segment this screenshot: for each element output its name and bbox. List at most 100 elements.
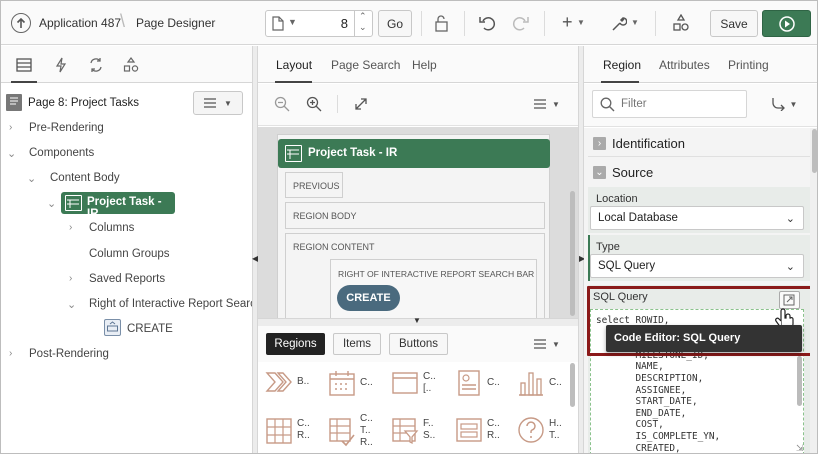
identification-group-header[interactable]: › Identification xyxy=(588,131,810,157)
search-icon xyxy=(600,97,615,112)
tab-layout[interactable]: Layout xyxy=(276,58,312,72)
save-button-label: Save xyxy=(720,16,748,31)
lock-icon[interactable] xyxy=(433,14,451,32)
tree-item-right-of-ir-search[interactable]: Right of Interactive Report Search xyxy=(89,298,262,310)
page-shared-components-icon[interactable] xyxy=(122,56,140,74)
page-stepper[interactable]: ⌃ ⌄ xyxy=(354,10,373,37)
save-button[interactable]: Save xyxy=(710,10,758,37)
collapse-group-icon[interactable]: ⌄ xyxy=(593,166,606,179)
stepper-up-icon[interactable]: ⌃ xyxy=(359,11,367,22)
page-icon[interactable] xyxy=(271,15,285,31)
gallery-item-classic-report[interactable]: C.. R.. xyxy=(265,415,310,445)
tree-menu-button[interactable]: ▼ xyxy=(193,91,243,115)
tab-attributes[interactable]: Attributes xyxy=(659,58,710,72)
go-button[interactable]: Go xyxy=(378,10,412,37)
tab-printing[interactable]: Printing xyxy=(728,58,769,72)
gallery-item-help-text[interactable]: H.. T.. xyxy=(517,415,562,445)
right-panel-scrollbar[interactable] xyxy=(812,129,817,173)
create-menu-icon[interactable]: + xyxy=(562,12,573,33)
tooltip-text: Code Editor: SQL Query xyxy=(614,332,741,344)
gallery-item-card[interactable]: C.. [.. xyxy=(391,369,436,397)
filter-field[interactable] xyxy=(592,90,747,118)
app-name-link[interactable]: Application 487 xyxy=(39,16,121,30)
chevron-down-icon[interactable]: ▼ xyxy=(577,18,585,27)
gallery-item-checkbox-report[interactable]: C.. T.. R.. xyxy=(328,413,373,449)
tree-item-pre-rendering[interactable]: Pre-Rendering xyxy=(29,122,104,134)
right-panel-scrollbar-track xyxy=(810,128,817,453)
page-node-label[interactable]: Page 8: Project Tasks xyxy=(28,97,139,109)
page-number-input[interactable] xyxy=(306,14,348,32)
collapse-gallery-icon[interactable]: ▼ xyxy=(413,316,421,325)
expand-caret-icon[interactable]: › xyxy=(69,273,72,284)
expand-view-icon[interactable] xyxy=(352,95,370,113)
tab-help[interactable]: Help xyxy=(412,58,437,72)
tab-gallery-regions[interactable]: Regions xyxy=(266,333,325,355)
tree-item-project-task-ir[interactable]: Project Task - IR xyxy=(61,192,175,220)
previous-slot[interactable]: PREVIOUS xyxy=(285,172,343,198)
tree-item-columns[interactable]: Columns xyxy=(89,222,134,234)
gallery-item-breadcrumb[interactable]: B.. xyxy=(265,369,309,395)
tab-gallery-items[interactable]: Items xyxy=(333,333,381,355)
layout-menu-icon[interactable]: ▼ xyxy=(532,97,562,111)
tab-gallery-buttons[interactable]: Buttons xyxy=(389,333,448,355)
expand-group-icon[interactable]: › xyxy=(593,137,606,150)
app-home-icon[interactable] xyxy=(11,13,31,33)
collapse-caret-icon[interactable]: ⌄ xyxy=(67,298,76,311)
expand-caret-icon[interactable]: › xyxy=(9,122,12,133)
sql-scrollbar[interactable] xyxy=(797,356,802,406)
gallery-scrollbar[interactable] xyxy=(570,363,575,407)
tab-page-search[interactable]: Page Search xyxy=(331,58,400,72)
canvas-scrollbar[interactable] xyxy=(570,191,575,316)
dynamic-actions-icon[interactable] xyxy=(52,56,70,74)
hamburger-icon xyxy=(204,98,217,108)
undo-icon[interactable] xyxy=(478,14,496,32)
redo-icon[interactable] xyxy=(511,14,529,32)
region-title: Project Task - IR xyxy=(308,147,398,159)
gallery-item-calendar[interactable]: C.. xyxy=(328,369,373,397)
chevron-down-icon: ▼ xyxy=(224,98,232,108)
utilities-wrench-icon[interactable] xyxy=(609,14,627,32)
collapse-caret-icon[interactable]: ⌄ xyxy=(7,147,16,160)
gallery-item-chart[interactable]: C.. xyxy=(517,369,562,397)
processing-icon[interactable] xyxy=(87,56,105,74)
chevron-down-icon[interactable]: ▼ xyxy=(288,17,297,27)
collapse-caret-icon[interactable]: ⌄ xyxy=(27,172,36,185)
shared-components-icon[interactable] xyxy=(671,13,691,33)
tree-item-saved-reports[interactable]: Saved Reports xyxy=(89,273,165,285)
tab-region[interactable]: Region xyxy=(603,58,641,72)
tree-item-create[interactable]: CREATE xyxy=(127,323,173,335)
stepper-down-icon[interactable]: ⌄ xyxy=(359,22,367,33)
interactive-report-icon xyxy=(65,195,82,211)
chevron-down-icon[interactable]: ▼ xyxy=(631,18,639,27)
run-page-button[interactable] xyxy=(762,10,811,37)
resize-handle-icon[interactable]: ⇲ xyxy=(796,443,804,453)
tree-item-post-rendering[interactable]: Post-Rendering xyxy=(29,348,109,360)
tree-item-content-body[interactable]: Content Body xyxy=(50,172,120,184)
create-button-preview[interactable]: CREATE xyxy=(337,285,400,311)
source-group-header[interactable]: ⌄ Source xyxy=(588,159,810,186)
expand-caret-icon[interactable]: › xyxy=(9,348,12,359)
create-button-preview-label: CREATE xyxy=(346,292,391,304)
location-select[interactable]: Local Database ⌄ xyxy=(590,206,804,230)
zoom-in-icon[interactable] xyxy=(305,95,323,113)
gallery-item-faceted-search[interactable]: F.. S.. xyxy=(391,415,435,445)
gallery-item-chart-card[interactable]: C.. xyxy=(455,369,500,397)
gallery-item-label: C.. T.. R.. xyxy=(360,413,373,449)
chevron-down-icon: ⌄ xyxy=(785,213,795,225)
zoom-out-icon[interactable] xyxy=(273,95,291,113)
tree-item-components[interactable]: Components xyxy=(29,147,94,159)
type-select[interactable]: SQL Query ⌄ xyxy=(590,254,804,278)
collapse-caret-icon[interactable]: ⌄ xyxy=(47,197,56,210)
tree-item-column-groups[interactable]: Column Groups xyxy=(89,248,170,260)
checklist-report-icon xyxy=(329,418,355,447)
region-title-bar[interactable]: Project Task - IR xyxy=(278,139,550,168)
gallery-menu-icon[interactable]: ▼ xyxy=(532,337,562,351)
region-body-slot[interactable]: REGION BODY xyxy=(285,202,545,229)
chart-card-region-icon xyxy=(458,370,480,396)
expand-caret-icon[interactable]: › xyxy=(69,222,72,233)
gallery-item-form-region[interactable]: C.. R.. xyxy=(455,415,500,445)
gallery-item-label-line: R.. xyxy=(487,430,500,441)
filter-input[interactable] xyxy=(621,97,741,111)
rendering-tree-icon[interactable] xyxy=(15,56,33,74)
go-to-group-icon[interactable]: ▼ xyxy=(769,96,799,112)
